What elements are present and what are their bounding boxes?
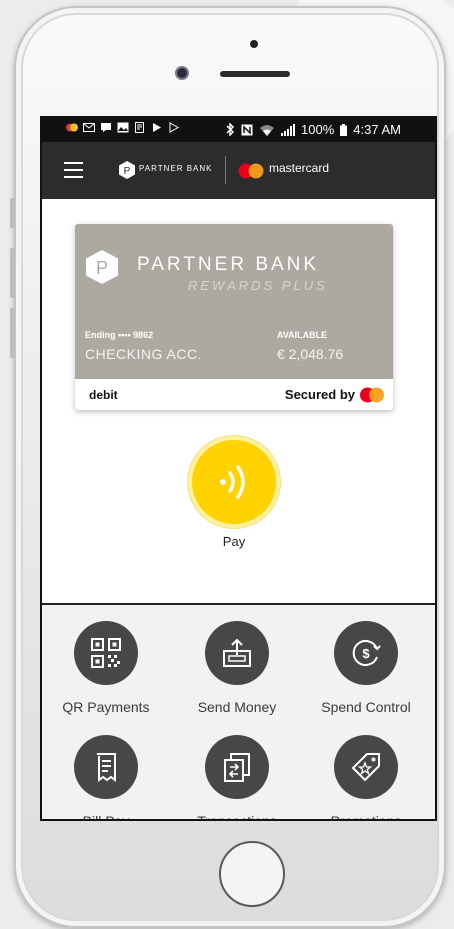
phone-camera — [177, 68, 187, 78]
signal-icon — [281, 123, 296, 136]
network-name: mastercard — [269, 161, 330, 175]
phone-side-button — [10, 198, 15, 228]
contactless-icon — [220, 465, 245, 499]
battery-icon — [340, 123, 348, 136]
wifi-icon — [260, 124, 275, 136]
bill-pay-action[interactable]: Bill Pay — [46, 735, 166, 819]
clock: 4:37 AM — [353, 122, 401, 137]
available-balance: € 2,048.76 — [277, 346, 344, 362]
transactions-action[interactable]: Transactions — [177, 735, 297, 819]
secured-by-label: Secured by — [284, 387, 355, 402]
actions-grid: QR Payments Send Money $ Spend Control B… — [42, 605, 435, 819]
card-footer: debit Secured by — [75, 379, 393, 410]
card-ending: Ending •••• 9862 — [85, 330, 154, 340]
card-type: debit — [89, 388, 118, 402]
bluetooth-icon — [226, 123, 235, 136]
qr-code-icon — [91, 638, 121, 668]
header-divider — [225, 156, 226, 184]
app-screen: 100% 4:37 AM P PARTNER BANK mastercard P… — [40, 116, 437, 821]
phone-sensor — [250, 40, 258, 48]
menu-icon[interactable] — [64, 162, 83, 178]
app-header: P PARTNER BANK mastercard — [42, 142, 435, 199]
qr-payments-action[interactable]: QR Payments — [46, 621, 166, 715]
pay-label: Pay — [222, 534, 246, 549]
system-indicators: 100% 4:37 AM — [225, 122, 401, 137]
promotions-icon — [351, 753, 380, 782]
nfc-icon — [241, 124, 253, 135]
svg-text:P: P — [96, 258, 108, 278]
partner-bank-logo-icon: P — [119, 161, 135, 179]
home-button[interactable] — [219, 841, 285, 907]
brand-name: PARTNER BANK — [139, 164, 213, 173]
card-logo-icon: P — [86, 250, 118, 284]
account-type: CHECKING ACC. — [85, 346, 202, 362]
messenger-notification-icon — [66, 123, 78, 132]
mastercard-icon — [360, 387, 384, 403]
phone-side-button — [10, 248, 15, 298]
play-notification-icon — [153, 123, 161, 132]
phone-side-button — [10, 308, 15, 358]
spend-control-action[interactable]: $ Spend Control — [306, 621, 426, 715]
mastercard-logo-icon — [238, 163, 264, 179]
spend-control-icon: $ — [352, 640, 381, 666]
voicemail-notification-icon — [101, 123, 111, 132]
send-money-icon — [223, 638, 251, 667]
mail-notification-icon — [83, 123, 95, 132]
send-money-action[interactable]: Send Money — [177, 621, 297, 715]
receipt-notification-icon — [135, 122, 144, 133]
bank-card[interactable]: P PARTNER BANK REWARDS PLUS Ending •••• … — [75, 224, 393, 410]
card-program: REWARDS PLUS — [188, 278, 328, 293]
notification-icons — [66, 122, 180, 133]
status-bar: 100% 4:37 AM — [42, 118, 435, 142]
svg-text:P: P — [124, 166, 131, 177]
play-store-notification-icon — [169, 122, 180, 133]
battery-percent: 100% — [301, 122, 335, 137]
promotions-action[interactable]: Promotions — [306, 735, 426, 819]
pay-button[interactable] — [192, 440, 276, 524]
available-label: AVAILABLE — [277, 330, 328, 340]
image-notification-icon — [117, 122, 129, 133]
transactions-icon — [224, 753, 250, 782]
bill-icon — [97, 753, 116, 782]
svg-text:$: $ — [362, 646, 370, 661]
card-bank-name: PARTNER BANK — [137, 254, 320, 275]
phone-speaker — [220, 71, 290, 77]
